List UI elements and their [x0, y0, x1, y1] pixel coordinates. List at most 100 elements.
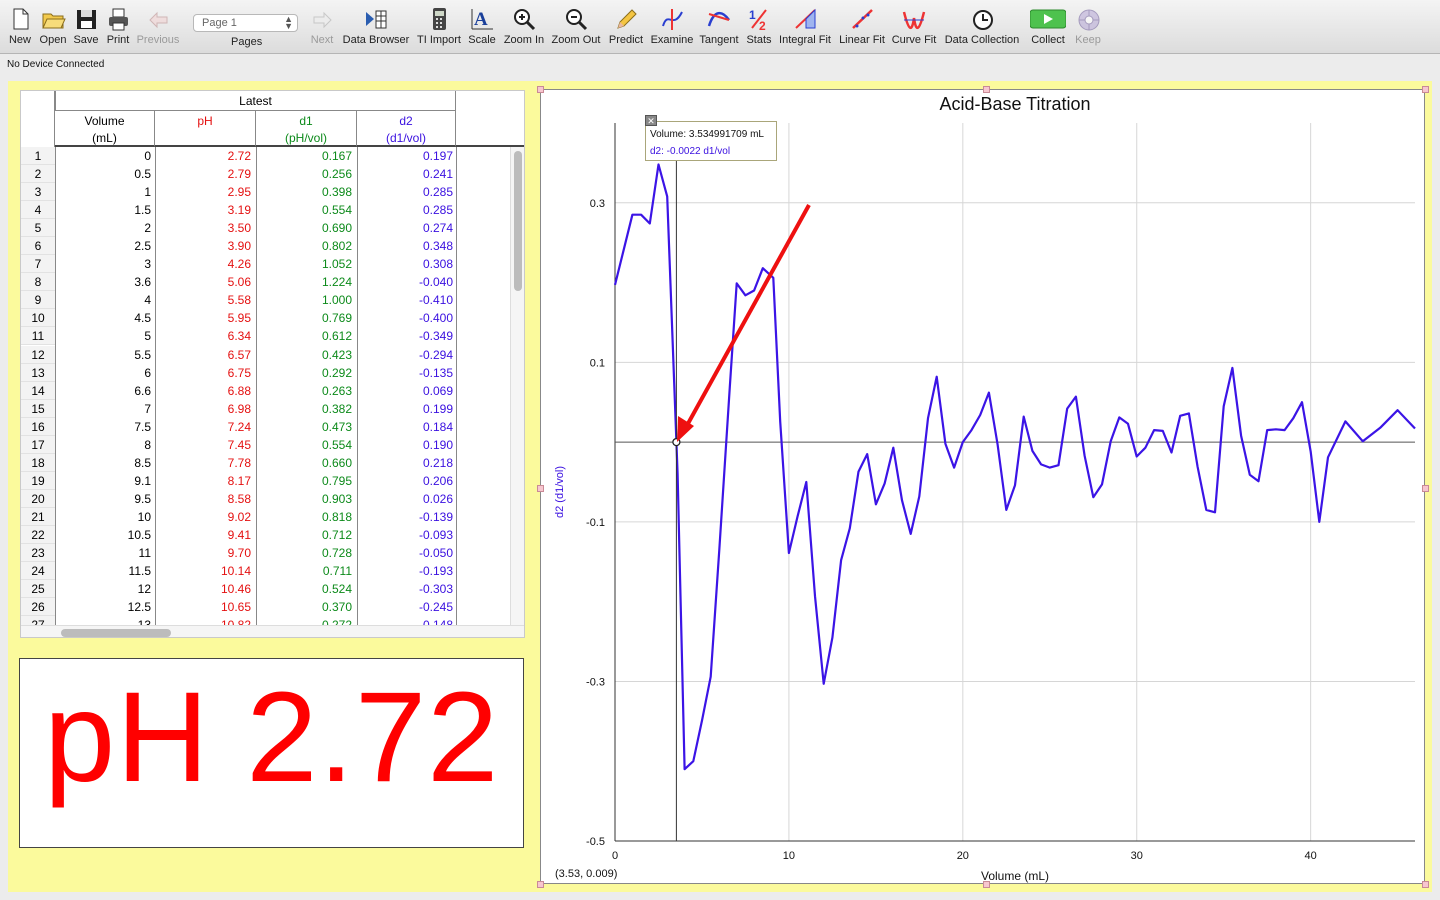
table-cell[interactable]: 0.802 — [256, 239, 352, 253]
resize-handle[interactable] — [1422, 485, 1429, 492]
keep-button[interactable]: Keep — [1048, 6, 1128, 52]
table-cell[interactable]: 0.660 — [256, 456, 352, 470]
table-cell[interactable]: 0.554 — [256, 203, 352, 217]
table-cell[interactable]: 0.795 — [256, 474, 352, 488]
table-cell[interactable]: 1 — [55, 185, 151, 199]
table-cell[interactable]: 0.199 — [357, 402, 453, 416]
table-cell[interactable]: -0.410 — [357, 293, 453, 307]
table-cell[interactable]: 3.50 — [155, 221, 251, 235]
table-cell[interactable]: 10 — [55, 510, 151, 524]
series-line-d2[interactable] — [613, 163, 1416, 771]
table-cell[interactable]: -0.400 — [357, 311, 453, 325]
scroll-thumb[interactable] — [61, 629, 171, 637]
table-cell[interactable]: 3 — [55, 257, 151, 271]
table-cell[interactable]: 0.274 — [357, 221, 453, 235]
table-cell[interactable]: 3.90 — [155, 239, 251, 253]
table-row[interactable]: 5 2 3.50 0.690 0.274 — [21, 219, 511, 238]
table-row[interactable]: 10 4.5 5.95 0.769 -0.400 — [21, 309, 511, 328]
table-cell[interactable]: 0.903 — [256, 492, 352, 506]
resize-handle[interactable] — [537, 485, 544, 492]
resize-handle[interactable] — [983, 86, 990, 93]
table-cell[interactable]: 0.069 — [357, 384, 453, 398]
table-cell[interactable]: 0.398 — [256, 185, 352, 199]
resize-handle[interactable] — [537, 86, 544, 93]
table-cell[interactable]: 6 — [55, 366, 151, 380]
table-cell[interactable]: 1.000 — [256, 293, 352, 307]
table-row[interactable]: 25 12 10.46 0.524 -0.303 — [21, 580, 511, 599]
table-row[interactable]: 2 0.5 2.79 0.256 0.241 — [21, 165, 511, 184]
table-cell[interactable]: 0.197 — [357, 149, 453, 163]
table-cell[interactable]: 0.612 — [256, 329, 352, 343]
table-row[interactable]: 11 5 6.34 0.612 -0.349 — [21, 327, 511, 346]
table-cell[interactable]: 10.46 — [155, 582, 251, 596]
table-row[interactable]: 20 9.5 8.58 0.903 0.026 — [21, 489, 511, 508]
table-cell[interactable]: 6.75 — [155, 366, 251, 380]
table-cell[interactable]: 0.423 — [256, 348, 352, 362]
table-row[interactable]: 19 9.1 8.17 0.795 0.206 — [21, 471, 511, 490]
table-row[interactable]: 18 8.5 7.78 0.660 0.218 — [21, 453, 511, 472]
table-cell[interactable]: 11.5 — [55, 564, 151, 578]
table-cell[interactable]: -0.139 — [357, 510, 453, 524]
table-cell[interactable]: 2.5 — [55, 239, 151, 253]
table-cell[interactable]: 0 — [55, 149, 151, 163]
table-cell[interactable]: 6.57 — [155, 348, 251, 362]
table-cell[interactable]: 0.370 — [256, 600, 352, 614]
table-cell[interactable]: -0.193 — [357, 564, 453, 578]
table-row[interactable]: 24 11.5 10.14 0.711 -0.193 — [21, 562, 511, 581]
table-row[interactable]: 12 5.5 6.57 0.423 -0.294 — [21, 345, 511, 364]
table-cell[interactable]: 0.473 — [256, 420, 352, 434]
table-cell[interactable]: 0.769 — [256, 311, 352, 325]
close-icon[interactable]: ✕ — [645, 115, 657, 126]
table-cell[interactable]: 1.224 — [256, 275, 352, 289]
table-cell[interactable]: 12.5 — [55, 600, 151, 614]
table-cell[interactable]: 2 — [55, 221, 151, 235]
ph-meter-display[interactable]: pH 2.72 — [19, 658, 524, 848]
table-cell[interactable]: 0.263 — [256, 384, 352, 398]
table-cell[interactable]: 0.167 — [256, 149, 352, 163]
horizontal-scrollbar[interactable] — [21, 625, 524, 637]
table-cell[interactable]: 10.65 — [155, 600, 251, 614]
table-cell[interactable]: 4.26 — [155, 257, 251, 271]
table-row[interactable]: 22 10.5 9.41 0.712 -0.093 — [21, 525, 511, 544]
vertical-scrollbar[interactable] — [510, 147, 524, 625]
table-cell[interactable]: 1.5 — [55, 203, 151, 217]
table-cell[interactable]: -0.245 — [357, 600, 453, 614]
table-row[interactable]: 4 1.5 3.19 0.554 0.285 — [21, 201, 511, 220]
table-cell[interactable]: 11 — [55, 546, 151, 560]
page-select[interactable]: Page 1 ▲ ▼ — [193, 14, 298, 32]
table-cell[interactable]: 10.14 — [155, 564, 251, 578]
table-cell[interactable]: 0.206 — [357, 474, 453, 488]
table-cell[interactable]: 0.308 — [357, 257, 453, 271]
table-cell[interactable]: 0.190 — [357, 438, 453, 452]
table-cell[interactable]: -0.294 — [357, 348, 453, 362]
dataset-title[interactable]: Latest — [55, 91, 456, 111]
table-cell[interactable]: 0.348 — [357, 239, 453, 253]
table-cell[interactable]: 6.34 — [155, 329, 251, 343]
table-cell[interactable]: 0.728 — [256, 546, 352, 560]
table-row[interactable]: 26 12.5 10.65 0.370 -0.245 — [21, 598, 511, 617]
column-header-d1[interactable]: d1 (pH/vol) — [256, 111, 357, 147]
table-cell[interactable]: 3.19 — [155, 203, 251, 217]
table-cell[interactable]: -0.135 — [357, 366, 453, 380]
table-row[interactable]: 7 3 4.26 1.052 0.308 — [21, 255, 511, 274]
table-row[interactable]: 21 10 9.02 0.818 -0.139 — [21, 507, 511, 526]
table-cell[interactable]: 7.78 — [155, 456, 251, 470]
table-cell[interactable]: 0.711 — [256, 564, 352, 578]
table-row[interactable]: 6 2.5 3.90 0.802 0.348 — [21, 237, 511, 256]
table-cell[interactable]: 9.02 — [155, 510, 251, 524]
resize-handle[interactable] — [1422, 881, 1429, 888]
table-cell[interactable]: 3.6 — [55, 275, 151, 289]
table-cell[interactable]: 8 — [55, 438, 151, 452]
table-cell[interactable]: -0.303 — [357, 582, 453, 596]
table-cell[interactable]: 5.06 — [155, 275, 251, 289]
table-cell[interactable]: 2.79 — [155, 167, 251, 181]
table-cell[interactable]: 9.1 — [55, 474, 151, 488]
table-cell[interactable]: 0.026 — [357, 492, 453, 506]
table-cell[interactable]: 0.184 — [357, 420, 453, 434]
table-cell[interactable]: 4.5 — [55, 311, 151, 325]
table-row[interactable]: 23 11 9.70 0.728 -0.050 — [21, 544, 511, 563]
table-cell[interactable]: 7.24 — [155, 420, 251, 434]
table-cell[interactable]: 0.554 — [256, 438, 352, 452]
table-cell[interactable]: 8.17 — [155, 474, 251, 488]
table-cell[interactable]: 0.256 — [256, 167, 352, 181]
